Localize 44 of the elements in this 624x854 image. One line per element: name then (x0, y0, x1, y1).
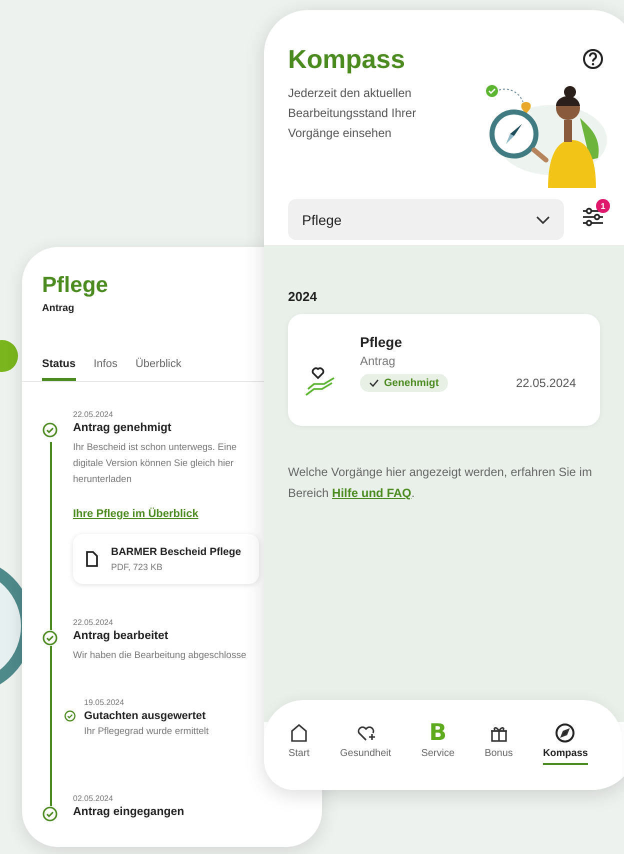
step-description: Ihr Pflegegrad wurde ermittelt (84, 725, 210, 739)
document-card[interactable]: BARMER Bescheid Pflege PDF, 723 KB (73, 534, 259, 584)
check-icon (369, 379, 379, 387)
year-heading: 2024 (288, 289, 318, 304)
home-icon (288, 722, 310, 744)
notification-badge: 1 (596, 199, 610, 213)
nav-tab[interactable]: Bonus (484, 710, 513, 765)
date-text: 22.05.2024 (73, 410, 114, 419)
step-title: Antrag bearbeitet (73, 630, 170, 644)
step-title: Gutachten ausgewertet (84, 710, 207, 722)
info-text: Welche Vorgänge hier angezeigt werden, erfahren Sie im Bereich Hilfe und FAQ. (288, 464, 593, 502)
step-title: Antrag eingegangen (73, 806, 186, 820)
case-subtitle: Antrag (360, 354, 396, 368)
overview-link[interactable]: Ihre Pflege im Überblick (73, 508, 198, 520)
date-text: 22.05.2024 (73, 618, 114, 627)
case-date: 22.05.2024 (516, 376, 576, 390)
page-subtitle: Antrag (42, 303, 76, 314)
tab[interactable]: Infos (94, 358, 118, 381)
step-description: Wir haben die Bearbeitung abgeschlosse (73, 649, 248, 663)
case-title: Pflege (360, 334, 402, 350)
chevron-down-icon (536, 216, 550, 224)
status-badge: Genehmigt (360, 374, 448, 392)
category-dropdown[interactable]: Pflege (288, 199, 564, 240)
tab[interactable]: Überblick (135, 358, 182, 381)
brand-logo: B (429, 722, 447, 744)
tab[interactable]: Status (42, 358, 76, 381)
step-title: Antrag genehmigt (73, 422, 172, 436)
date-text: 02.05.2024 (73, 794, 114, 803)
document-name: BARMER Bescheid Pflege (111, 546, 242, 558)
help-faq-link[interactable]: Hilfe und FAQ (332, 486, 412, 500)
nav-tab[interactable]: Kompass (542, 710, 588, 765)
document-icon (85, 551, 99, 567)
document-meta: PDF, 723 KB (111, 562, 164, 572)
page-title: Kompass (288, 44, 406, 75)
case-card[interactable]: Pflege Antrag Genehmigt 22.05.2024 (288, 314, 600, 426)
nav-tab[interactable]: Start (288, 710, 310, 765)
help-icon[interactable] (582, 48, 604, 70)
nav-tab[interactable]: B Service (421, 710, 455, 765)
filter-icon[interactable] (582, 207, 604, 227)
nav-tab[interactable]: Gesundheit (340, 710, 392, 765)
date-text: 19.05.2024 (84, 698, 126, 707)
page-description: Jederzeit den aktuellen Bearbeitungsstand Ihrer Vorgänge einsehen (288, 85, 418, 142)
compass-icon (554, 722, 576, 744)
step-description: Ihr Bescheid ist schon unterwegs. Eine digitale Version können Sie gleich hier herunterladen (73, 441, 238, 487)
